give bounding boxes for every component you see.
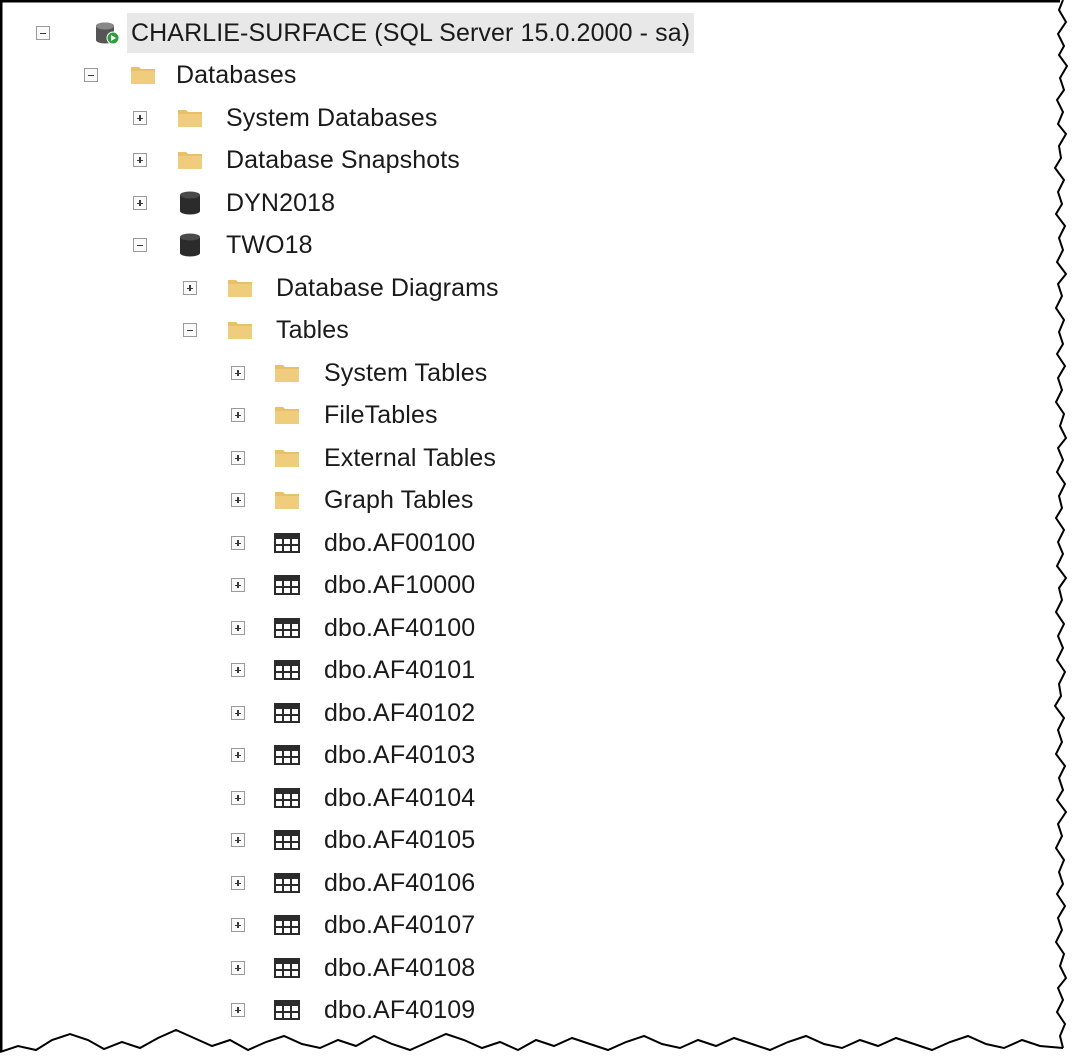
table-icon [274,533,300,553]
expand-toggle[interactable] [133,153,147,167]
expand-toggle[interactable] [231,1003,245,1017]
database-snapshots-label: Database Snapshots [226,146,460,174]
expand-toggle[interactable] [231,961,245,975]
tree-node-table[interactable]: dbo.AF00100 [0,523,520,563]
tree-node-filetables[interactable]: FileTables [0,395,560,435]
expand-toggle[interactable] [231,918,245,932]
server-label: CHARLIE-SURFACE (SQL Server 15.0.2000 - … [127,13,695,53]
expand-toggle[interactable] [231,578,245,592]
tree-node-table[interactable]: dbo.AF40100 [0,608,520,648]
table-label: dbo.AF40101 [324,656,476,684]
tree-node-tables[interactable]: Tables [0,310,400,350]
tree-node-table[interactable]: dbo.AF40108 [0,948,520,988]
expand-toggle[interactable] [231,833,245,847]
tree-node-db-two18[interactable]: TWO18 [0,225,400,265]
table-label: dbo.AF10000 [324,571,476,599]
table-label: dbo.AF40103 [324,741,476,769]
table-label: dbo.AF40106 [324,869,476,897]
table-label: dbo.AF40102 [324,699,476,727]
tree-node-table[interactable]: dbo.AF40104 [0,778,520,818]
database-icon [180,191,200,215]
folder-icon [275,450,299,467]
tree-node-database-snapshots[interactable]: Database Snapshots [0,140,520,180]
tree-node-server[interactable]: CHARLIE-SURFACE (SQL Server 15.0.2000 - … [0,13,760,53]
expand-toggle[interactable] [231,493,245,507]
tree-node-table[interactable]: dbo.AF40103 [0,735,520,775]
server-running-icon [96,22,120,45]
expand-toggle[interactable] [133,196,147,210]
expand-toggle[interactable] [231,621,245,635]
tree-node-table[interactable]: dbo.AF40105 [0,820,520,860]
table-icon [274,745,300,765]
folder-icon [178,110,202,127]
table-icon [274,575,300,595]
table-label: dbo.AF00100 [324,529,476,557]
database-icon [180,233,200,257]
tree-node-databases[interactable]: Databases [0,55,400,95]
table-label: dbo.AF40109 [324,996,476,1024]
tree-node-table[interactable]: dbo.AF40106 [0,863,520,903]
table-icon [274,660,300,680]
collapse-toggle[interactable] [133,238,147,252]
tree-node-graph-tables[interactable]: Graph Tables [0,480,560,520]
expand-toggle[interactable] [231,748,245,762]
expand-toggle[interactable] [231,876,245,890]
folder-icon [228,280,252,297]
folder-icon [178,152,202,169]
system-tables-label: System Tables [324,359,488,387]
tree-node-table[interactable]: dbo.AF40102 [0,693,520,733]
tree-node-table[interactable]: dbo.AF40107 [0,905,520,945]
folder-icon [275,407,299,424]
table-icon [274,703,300,723]
table-label: dbo.AF40104 [324,784,476,812]
folder-icon [275,365,299,382]
tree-node-table[interactable]: dbo.AF40109 [0,990,520,1030]
expand-toggle[interactable] [231,706,245,720]
table-icon [274,873,300,893]
expand-toggle[interactable] [231,408,245,422]
expand-toggle[interactable] [133,111,147,125]
db-dyn2018-label: DYN2018 [226,189,336,217]
external-tables-label: External Tables [324,444,496,472]
tree-node-database-diagrams[interactable]: Database Diagrams [0,268,560,308]
databases-label: Databases [176,61,297,89]
expand-toggle[interactable] [231,791,245,805]
collapse-toggle[interactable] [36,26,50,40]
table-icon [274,958,300,978]
filetables-label: FileTables [324,401,438,429]
object-explorer-tree: CHARLIE-SURFACE (SQL Server 15.0.2000 - … [0,13,1060,1043]
table-label: dbo.AF40105 [324,826,476,854]
table-label: dbo.AF40108 [324,954,476,982]
table-icon [274,618,300,638]
tree-node-system-databases[interactable]: System Databases [0,98,500,138]
expand-toggle[interactable] [231,366,245,380]
expand-toggle[interactable] [231,536,245,550]
table-label: dbo.AF40100 [324,614,476,642]
tree-node-db-dyn2018[interactable]: DYN2018 [0,183,400,223]
tree-node-table[interactable]: dbo.AF40101 [0,650,520,690]
folder-icon [275,492,299,509]
db-two18-label: TWO18 [226,231,313,259]
table-icon [274,788,300,808]
frame-top-border [0,0,1060,3]
graph-tables-label: Graph Tables [324,486,474,514]
table-label: dbo.AF40107 [324,911,476,939]
folder-icon [131,67,155,84]
table-icon [274,830,300,850]
expand-toggle[interactable] [231,451,245,465]
table-icon [274,915,300,935]
collapse-toggle[interactable] [84,68,98,82]
tree-node-table[interactable]: dbo.AF10000 [0,565,520,605]
system-databases-label: System Databases [226,104,438,132]
table-icon [274,1000,300,1020]
expand-toggle[interactable] [183,281,197,295]
collapse-toggle[interactable] [183,323,197,337]
tables-label: Tables [276,316,349,344]
tree-node-system-tables[interactable]: System Tables [0,353,560,393]
tree-node-external-tables[interactable]: External Tables [0,438,560,478]
database-diagrams-label: Database Diagrams [276,274,499,302]
expand-toggle[interactable] [231,663,245,677]
folder-icon [228,322,252,339]
